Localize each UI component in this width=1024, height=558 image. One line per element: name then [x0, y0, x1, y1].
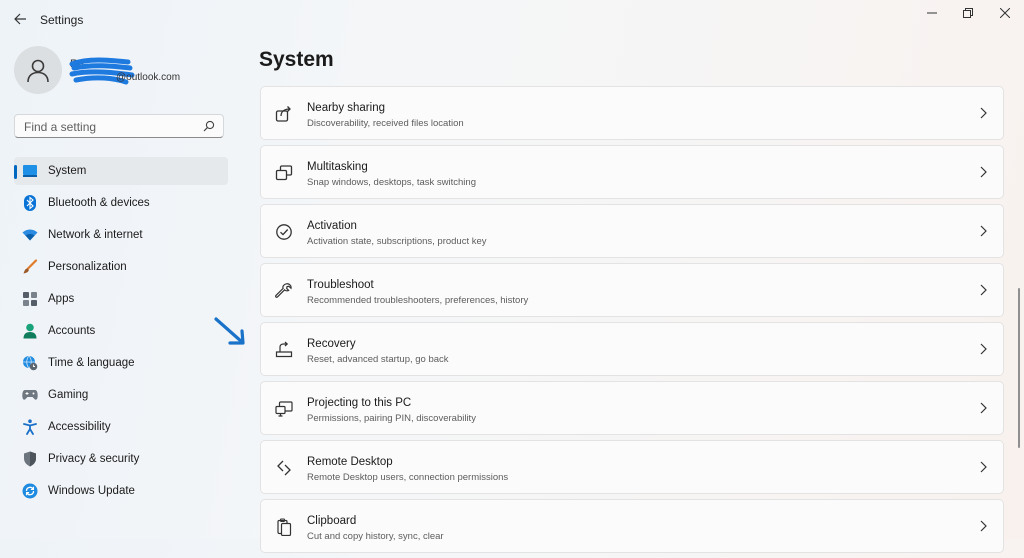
sidebar-item-accessibility[interactable]: Accessibility [14, 413, 228, 441]
sidebar-item-label: System [48, 165, 87, 177]
sidebar-item-label: Privacy & security [48, 453, 140, 465]
chevron-right-icon [980, 225, 987, 237]
card-subtitle: Reset, advanced startup, go back [307, 354, 449, 365]
system-icon [22, 163, 38, 179]
card-title: Nearby sharing [307, 102, 385, 114]
wrench-icon [275, 283, 292, 298]
sidebar-item-time-language[interactable]: Time & language [14, 349, 228, 377]
card-title: Clipboard [307, 515, 357, 527]
user-email: @outlook.com [116, 72, 181, 83]
chevron-right-icon [980, 461, 987, 473]
card-activation[interactable]: Activation Activation state, subscriptio… [260, 204, 1004, 258]
card-subtitle: Activation state, subscriptions, product… [307, 236, 487, 247]
sidebar-item-label: Bluetooth & devices [48, 197, 150, 209]
card-title: Recovery [307, 338, 356, 350]
sidebar-item-label: Network & internet [48, 229, 143, 241]
sidebar-nav: System Bluetooth & devices Network & int… [14, 157, 228, 509]
card-title: Activation [307, 220, 357, 232]
card-title: Multitasking [307, 161, 368, 173]
card-multitasking[interactable]: Multitasking Snap windows, desktops, tas… [260, 145, 1004, 199]
avatar[interactable] [14, 46, 62, 94]
chevron-right-icon [980, 402, 987, 414]
card-subtitle: Snap windows, desktops, task switching [307, 177, 476, 188]
restore-button[interactable] [953, 4, 983, 22]
card-clipboard[interactable]: Clipboard Cut and copy history, sync, cl… [260, 499, 1004, 553]
card-subtitle: Remote Desktop users, connection permiss… [307, 472, 509, 483]
update-icon [22, 483, 38, 499]
sidebar-item-personalization[interactable]: Personalization [14, 253, 228, 281]
sidebar-item-system[interactable]: System [14, 157, 228, 185]
search-icon[interactable] [202, 119, 216, 133]
sidebar-item-label: Windows Update [48, 485, 135, 497]
card-troubleshoot[interactable]: Troubleshoot Recommended troubleshooters… [260, 263, 1004, 317]
sidebar-item-apps[interactable]: Apps [14, 285, 228, 313]
card-remote-desktop[interactable]: Remote Desktop Remote Desktop users, con… [260, 440, 1004, 494]
card-title: Remote Desktop [307, 456, 393, 468]
projecting-icon [275, 401, 293, 417]
minimize-button[interactable] [917, 4, 947, 22]
chevron-right-icon [980, 107, 987, 119]
sidebar-item-label: Personalization [48, 261, 127, 273]
wifi-icon [22, 227, 38, 243]
back-arrow-icon[interactable] [10, 9, 30, 29]
scrollbar[interactable] [1018, 288, 1020, 448]
card-nearby-sharing[interactable]: Nearby sharing Discoverability, received… [260, 86, 1004, 140]
shield-icon [22, 451, 38, 467]
brush-icon [22, 259, 38, 275]
chevron-right-icon [980, 520, 987, 532]
recovery-icon [275, 341, 293, 358]
card-subtitle: Recommended troubleshooters, preferences… [307, 295, 529, 306]
sidebar-item-network[interactable]: Network & internet [14, 221, 228, 249]
sidebar-item-windows-update[interactable]: Windows Update [14, 477, 228, 505]
gamepad-icon [22, 387, 38, 403]
sidebar-item-label: Time & language [48, 357, 135, 369]
sidebar-item-label: Accounts [48, 325, 96, 337]
globe-clock-icon [22, 355, 38, 371]
accessibility-icon [22, 419, 38, 435]
card-projecting[interactable]: Projecting to this PC Permissions, pairi… [260, 381, 1004, 435]
remote-desktop-icon [277, 460, 291, 476]
settings-card-list: Nearby sharing Discoverability, received… [260, 86, 1004, 558]
multitasking-icon [275, 165, 293, 181]
window-title: Settings [40, 13, 84, 27]
title-bar: Settings [0, 0, 1024, 38]
bluetooth-icon [22, 195, 38, 211]
card-title: Troubleshoot [307, 279, 374, 291]
close-button[interactable] [990, 4, 1020, 22]
card-title: Projecting to this PC [307, 397, 412, 409]
sidebar-item-label: Accessibility [48, 421, 111, 433]
annotation-arrow [214, 317, 245, 345]
accounts-icon [22, 323, 38, 339]
chevron-right-icon [980, 166, 987, 178]
sidebar-item-bluetooth[interactable]: Bluetooth & devices [14, 189, 228, 217]
sidebar-item-privacy[interactable]: Privacy & security [14, 445, 228, 473]
chevron-right-icon [980, 284, 987, 296]
search-input[interactable] [22, 118, 201, 136]
sidebar-item-label: Apps [48, 293, 75, 305]
card-recovery[interactable]: Recovery Reset, advanced startup, go bac… [260, 322, 1004, 376]
sidebar-item-label: Gaming [48, 389, 89, 401]
card-subtitle: Cut and copy history, sync, clear [307, 531, 444, 542]
card-subtitle: Permissions, pairing PIN, discoverabilit… [307, 413, 476, 424]
search-box[interactable] [14, 114, 224, 138]
chevron-right-icon [980, 343, 987, 355]
card-subtitle: Discoverability, received files location [307, 118, 464, 129]
share-icon [275, 106, 291, 122]
apps-icon [22, 291, 38, 307]
check-circle-icon [276, 224, 292, 240]
page-title: System [259, 48, 334, 71]
clipboard-icon [277, 518, 292, 536]
sidebar-item-gaming[interactable]: Gaming [14, 381, 228, 409]
sidebar-item-accounts[interactable]: Accounts [14, 317, 228, 345]
